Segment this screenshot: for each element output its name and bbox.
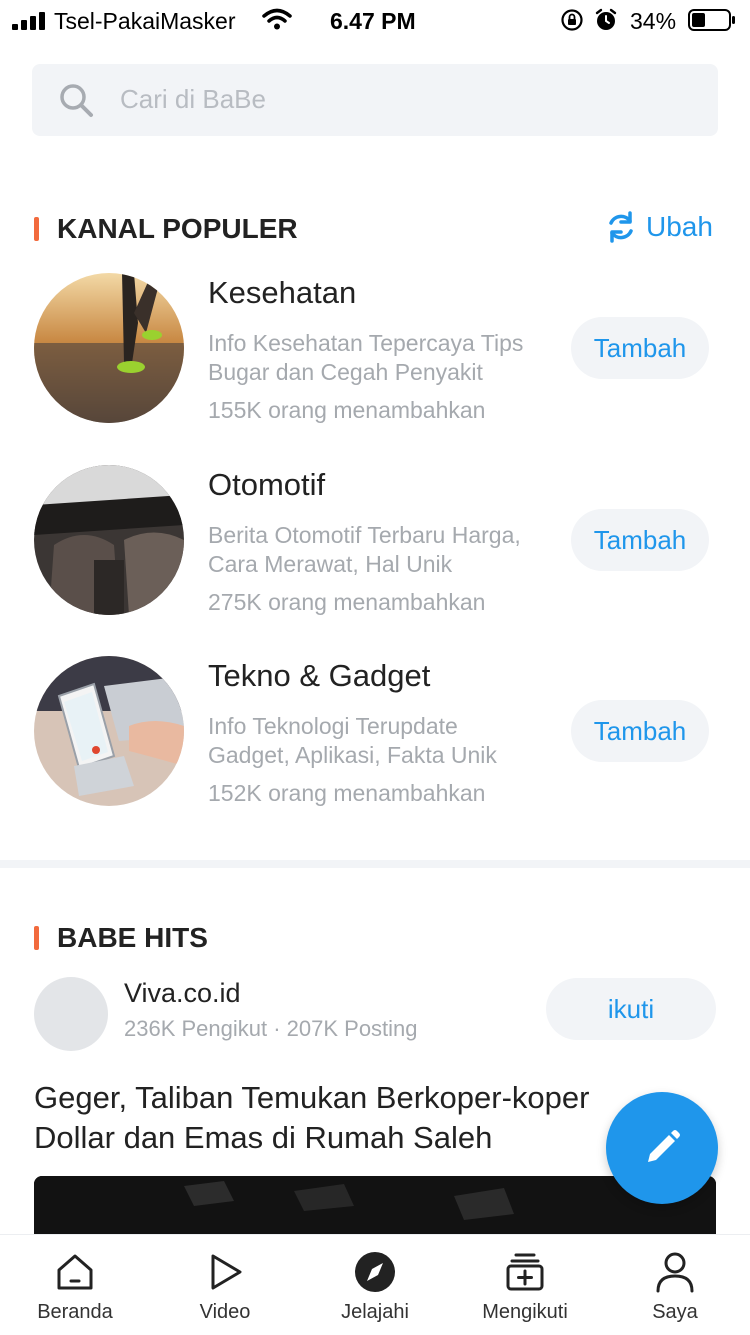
add-channel-button[interactable]: Tambah: [571, 317, 709, 379]
tab-label: Saya: [652, 1301, 698, 1323]
avatar[interactable]: [34, 977, 108, 1051]
channel-description-line: Berita Otomotif Terbaru Harga,: [208, 522, 521, 548]
section-divider: [0, 860, 750, 868]
tab-label: Beranda: [37, 1301, 113, 1323]
section-title: KANAL POPULER: [57, 213, 298, 244]
channel-item-kesehatan[interactable]: Kesehatan Info Kesehatan Tepercaya Tips …: [0, 273, 750, 443]
subscriber-count: 152K orang menambahkan: [208, 780, 486, 806]
publisher-stats: 236K Pengikut · 207K Posting: [124, 1016, 418, 1041]
carrier-name: Tsel-PakaiMasker: [54, 8, 236, 34]
channel-item-tekno-gadget[interactable]: Tekno & Gadget Info Teknologi Terupdate …: [0, 656, 750, 826]
channel-description-line: Gadget, Aplikasi, Fakta Unik: [208, 742, 497, 768]
tab-label: Mengikuti: [482, 1301, 568, 1323]
channel-thumbnail: [34, 656, 184, 806]
alarm-icon: [595, 8, 617, 30]
rotation-lock-icon: [561, 9, 583, 31]
channel-name: Otomotif: [208, 467, 326, 502]
channel-thumbnail: [34, 273, 184, 423]
channel-description: Info Kesehatan Tepercaya Tips Bugar dan …: [208, 329, 568, 387]
search-input[interactable]: Cari di BaBe: [32, 64, 718, 136]
search-placeholder: Cari di BaBe: [120, 84, 266, 114]
tab-label: Jelajahi: [341, 1301, 409, 1323]
tab-jelajahi[interactable]: Jelajahi: [300, 1235, 450, 1335]
change-button[interactable]: Ubah: [606, 210, 713, 244]
channel-description: Info Teknologi Terupdate Gadget, Aplikas…: [208, 712, 568, 770]
battery-icon: [688, 9, 735, 31]
section-title: BABE HITS: [57, 922, 208, 953]
bottom-tab-bar: Beranda Video Jelajahi Mengikuti Saya: [0, 1234, 750, 1335]
channel-thumbnail: [34, 465, 184, 615]
compass-icon: [355, 1252, 395, 1292]
battery-percentage: 34%: [630, 8, 677, 34]
tab-saya[interactable]: Saya: [600, 1235, 750, 1335]
channel-description-line: Cara Merawat, Hal Unik: [208, 551, 453, 577]
add-channel-button[interactable]: Tambah: [571, 509, 709, 571]
tab-video[interactable]: Video: [150, 1235, 300, 1335]
user-icon: [656, 1252, 694, 1293]
wifi-icon: [262, 8, 292, 30]
tab-beranda[interactable]: Beranda: [0, 1235, 150, 1335]
channel-description-line: Info Teknologi Terupdate: [208, 713, 458, 739]
search-icon: [60, 84, 93, 117]
popular-channels-header: KANAL POPULER: [34, 213, 298, 245]
babe-hits-header: BABE HITS: [34, 922, 208, 954]
tab-mengikuti[interactable]: Mengikuti: [450, 1235, 600, 1335]
section-marker: [34, 217, 39, 241]
pencil-icon: [648, 1130, 680, 1162]
add-channel-button[interactable]: Tambah: [571, 700, 709, 762]
channel-name: Tekno & Gadget: [208, 658, 431, 693]
follow-button[interactable]: ikuti: [546, 978, 716, 1040]
channel-description-line: Bugar dan Cegah Penyakit: [208, 359, 483, 385]
clock: 6.47 PM: [330, 8, 416, 34]
home-icon: [57, 1254, 93, 1290]
signal-icon: [12, 12, 45, 30]
channel-item-otomotif[interactable]: Otomotif Berita Otomotif Terbaru Harga, …: [0, 465, 750, 635]
play-icon: [211, 1254, 242, 1290]
channel-description: Berita Otomotif Terbaru Harga, Cara Mera…: [208, 521, 568, 579]
channel-description-line: Info Kesehatan Tepercaya Tips: [208, 330, 524, 356]
section-marker: [34, 926, 39, 950]
refresh-icon: [609, 211, 633, 243]
compose-button[interactable]: [606, 1092, 718, 1204]
change-label: Ubah: [646, 211, 713, 242]
subscriber-count: 155K orang menambahkan: [208, 397, 486, 423]
status-bar: Tsel-PakaiMasker 6.47 PM 34%: [0, 0, 750, 40]
publisher-name[interactable]: Viva.co.id: [124, 978, 241, 1009]
subscriber-count: 275K orang menambahkan: [208, 589, 486, 615]
add-stack-icon: [506, 1253, 544, 1291]
article-image[interactable]: [34, 1176, 716, 1236]
channel-name: Kesehatan: [208, 275, 357, 310]
tab-label: Video: [199, 1301, 251, 1323]
article-headline[interactable]: Geger, Taliban Temukan Berkoper-koper Do…: [34, 1078, 674, 1158]
